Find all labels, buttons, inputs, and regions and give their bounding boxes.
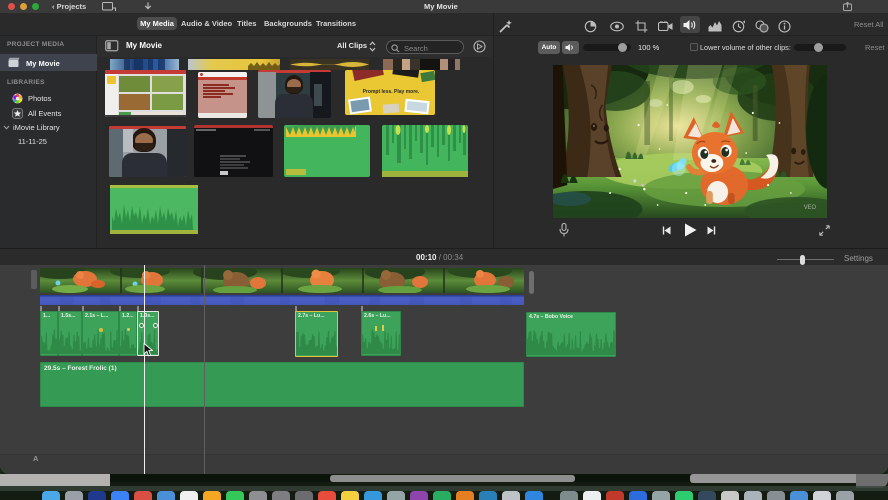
svg-text:VEO: VEO <box>804 205 816 211</box>
